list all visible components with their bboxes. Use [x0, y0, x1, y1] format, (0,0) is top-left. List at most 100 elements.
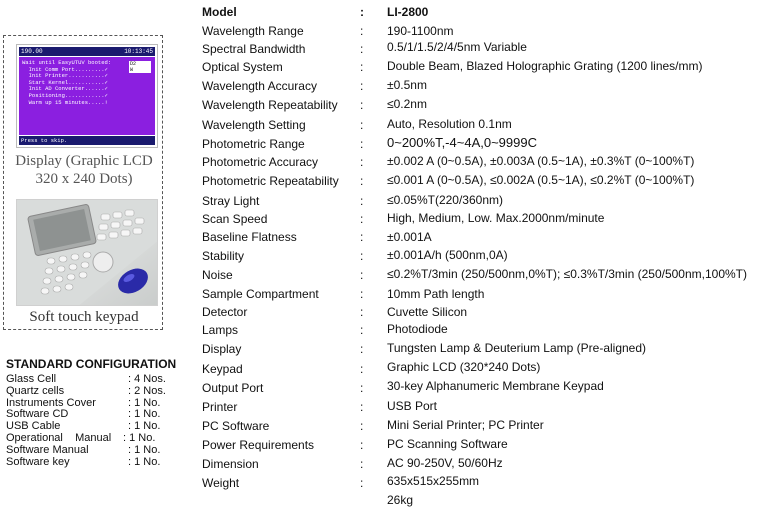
lcd-line: Init AD Converter......✓ — [22, 86, 108, 93]
item-name: Software Manual — [6, 443, 89, 456]
spec-header-colon: : — [360, 5, 364, 19]
spec-colon: : — [360, 400, 364, 414]
spec-label: Sample Compartment — [202, 287, 319, 301]
spec-value: Auto, Resolution 0.1nm — [387, 117, 512, 131]
spec-label: Optical System — [202, 60, 283, 74]
spec-value: 0.5/1/1.5/2/4/5nm Variable — [387, 40, 527, 54]
list-item: Software key: 1 No. — [6, 455, 176, 469]
spec-label: Lamps — [202, 323, 239, 337]
spec-label: Stray Light — [202, 194, 260, 208]
lcd-display-image: 190.00 10:13:45 Wait until EasyUTUV boot… — [16, 44, 158, 148]
spec-colon: : — [360, 42, 364, 56]
spec-label: Wavelength Repeatability — [202, 98, 338, 112]
lcd-screen: Wait until EasyUTUV booted: Init Comm Po… — [19, 57, 155, 135]
spec-colon: : — [360, 24, 364, 38]
spec-label: Wavelength Accuracy — [202, 79, 317, 93]
spec-label: Wavelength Range — [202, 24, 304, 38]
spec-label: Output Port — [202, 381, 264, 395]
spec-value: ±0.001A — [387, 230, 432, 244]
spec-value: ≤0.001 A (0~0.5A), ≤0.002A (0.5~1A), ≤0.… — [387, 173, 695, 187]
spec-colon: : — [360, 98, 364, 112]
lcd-title-right: 10:13:45 — [124, 48, 153, 55]
spec-value: Cuvette Silicon — [387, 305, 468, 319]
spec-colon: : — [360, 438, 364, 452]
spec-colon: : — [360, 305, 364, 319]
spec-value: Mini Serial Printer; PC Printer — [387, 418, 544, 432]
spec-colon: : — [360, 118, 364, 132]
spec-value: ±0.5nm — [387, 78, 427, 92]
spec-label: Printer — [202, 400, 238, 414]
spec-colon: : — [360, 60, 364, 74]
spec-label: Power Requirements — [202, 438, 315, 452]
spec-value: Photodiode — [387, 322, 448, 336]
spec-value: USB Port — [387, 399, 438, 413]
spec-value: 190-1100nm — [387, 24, 454, 38]
spec-value: 10mm Path length — [387, 287, 485, 301]
keypad-illustration — [17, 200, 157, 305]
keypad-caption: Soft touch keypad — [29, 309, 139, 325]
lcd-line: Warm up 15 minutes.....! — [22, 99, 108, 106]
lcd-title-bar: 190.00 10:13:45 — [19, 47, 155, 56]
spec-header-value: LI-2800 — [387, 5, 429, 19]
spec-label: Photometric Range — [202, 137, 305, 151]
spec-colon: : — [360, 476, 364, 490]
spec-value: ≤0.05%T(220/360nm) — [387, 193, 503, 207]
spec-label: Dimension — [202, 457, 259, 471]
item-name: Operational Manual — [6, 431, 112, 444]
lcd-footer: Press to skip. — [19, 136, 155, 145]
spec-value: AC 90-250V, 50/60Hz — [387, 456, 503, 470]
spec-colon: : — [360, 194, 364, 208]
spec-label: Baseline Flatness — [202, 230, 297, 244]
spec-colon: : — [360, 381, 364, 395]
spec-colon: : — [360, 287, 364, 301]
spec-colon: : — [360, 419, 364, 433]
spec-label: Noise — [202, 268, 233, 282]
spec-label: Weight — [202, 476, 240, 490]
spec-value: 26kg — [387, 493, 414, 507]
spec-label: PC Software — [202, 419, 270, 433]
lcd-status-badge: D2 W — [129, 61, 151, 73]
spec-label: Wavelength Setting — [202, 118, 306, 132]
spec-colon: : — [360, 362, 364, 376]
list-item: Software Manual : 1 No. — [6, 443, 176, 457]
lcd-badge-line: W — [130, 67, 134, 73]
spec-colon: : — [360, 342, 364, 356]
lcd-line: Start Kernel...........✓ — [22, 79, 108, 86]
lcd-line: Positioning............✓ — [22, 92, 108, 99]
spec-colon: : — [360, 137, 364, 151]
spec-colon: : — [360, 79, 364, 93]
product-image-panel: 190.00 10:13:45 Wait until EasyUTUV boot… — [3, 35, 163, 330]
lcd-title-left: 190.00 — [21, 48, 43, 55]
spec-value: Double Beam, Blazed Holographic Grating … — [387, 59, 703, 73]
item-qty: : 1 No. — [128, 443, 161, 456]
standard-configuration-title: STANDARD CONFIGURATION — [6, 357, 177, 371]
spec-value: 635x515x255mm — [387, 474, 480, 488]
item-name: Quartz cells — [6, 384, 65, 397]
spec-label: Display — [202, 342, 242, 356]
spec-label: Photometric Repeatability — [202, 174, 339, 188]
lcd-line: Init Printer...........✓ — [22, 73, 108, 80]
spec-label: Detector — [202, 305, 248, 319]
item-qty: : 2 Nos. — [128, 384, 166, 397]
standard-configuration-list: Glass Cell: 4 Nos. Quartz cells: 2 Nos. … — [6, 373, 176, 469]
list-item: Operational Manual: 1 No. — [6, 431, 176, 445]
keypad-dpad — [92, 251, 114, 273]
spec-value: 30-key Alphanumeric Membrane Keypad — [387, 379, 604, 393]
spec-colon: : — [360, 212, 364, 226]
list-item: Quartz cells : 2 Nos. — [6, 384, 176, 398]
spec-label: Stability — [202, 249, 245, 263]
spec-value: 0~200%T,-4~4A,0~9999C — [387, 135, 537, 150]
spec-label: Photometric Accuracy — [202, 155, 319, 169]
spec-colon: : — [360, 323, 364, 337]
spec-colon: : — [360, 249, 364, 263]
display-caption: Display (Graphic LCD 320 x 240 Dots) — [15, 153, 153, 187]
spec-value: ±0.002 A (0~0.5A), ±0.003A (0.5~1A), ±0.… — [387, 154, 695, 168]
spec-colon: : — [360, 230, 364, 244]
spec-value: ≤0.2%T/3min (250/500nm,0%T); ≤0.3%T/3min… — [387, 267, 747, 281]
spec-colon: : — [360, 174, 364, 188]
item-name: Software key — [6, 455, 70, 468]
spec-value: ≤0.2nm — [387, 97, 427, 111]
spec-value: Graphic LCD (320*240 Dots) — [387, 360, 541, 374]
spec-value: ±0.001A/h (500nm,0A) — [387, 248, 508, 262]
spec-colon: : — [360, 155, 364, 169]
